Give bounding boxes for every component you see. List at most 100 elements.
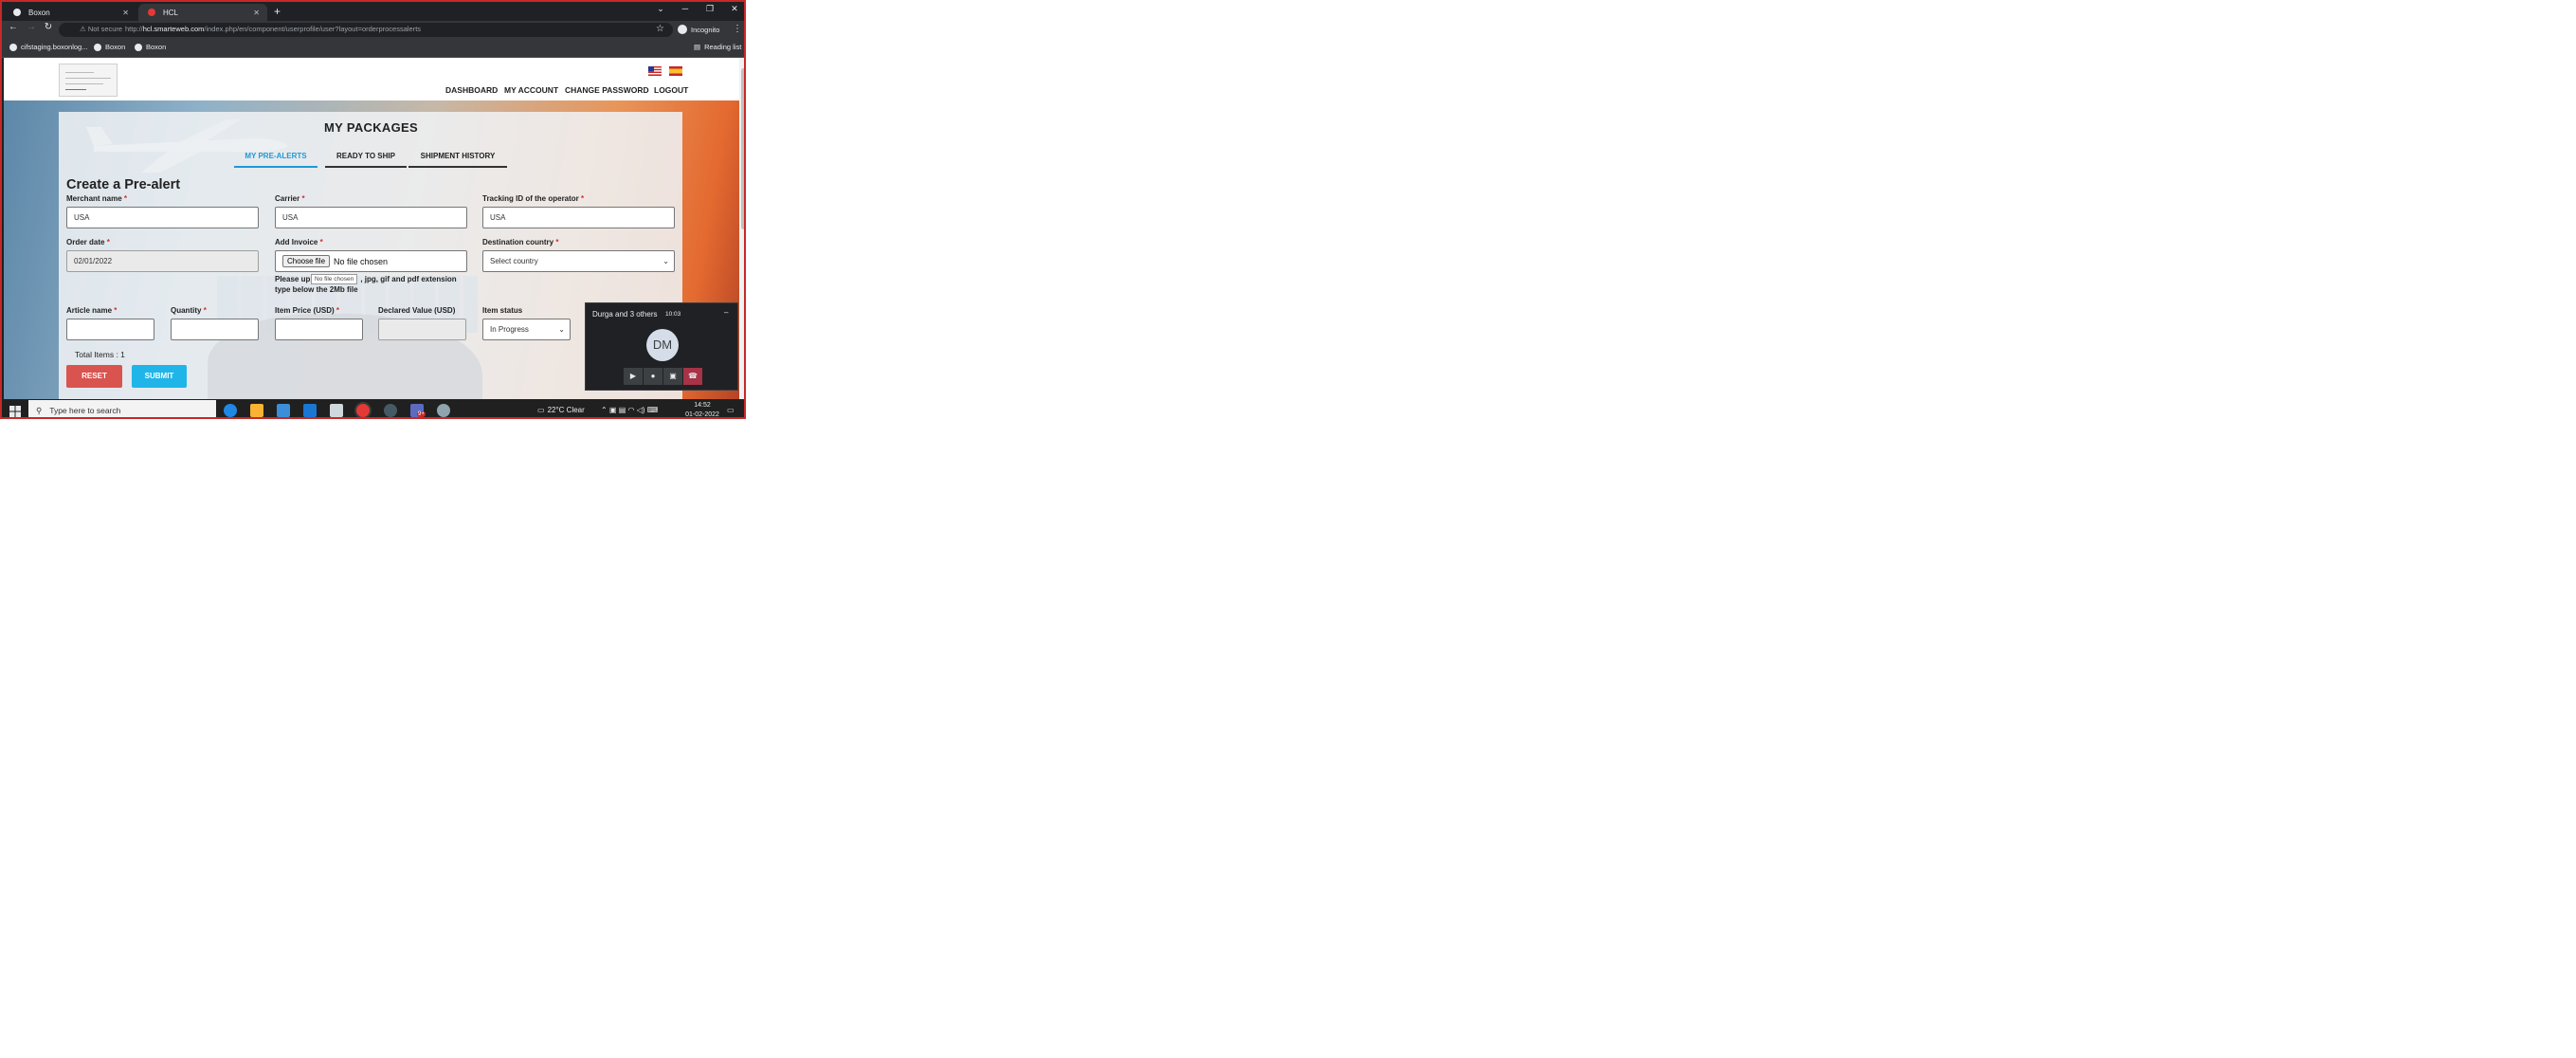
carrier-label: Carrier * [275, 194, 305, 203]
chevron-down-icon: ⌄ [662, 257, 669, 265]
merchant-input[interactable]: USA [66, 207, 259, 228]
nav-dashboard[interactable]: DASHBOARD [445, 85, 498, 95]
url-text[interactable]: http://hcl.smarteweb.com/index.php/en/co… [125, 25, 421, 33]
reset-button[interactable]: RESET [66, 365, 122, 388]
tab-my-pre-alerts[interactable]: MY PRE-ALERTS [234, 152, 317, 168]
tray-icons[interactable]: ⌃ ▣ ▤ ◠ ◁) ⌨ [601, 406, 658, 414]
tab-hcl[interactable]: HCL ✕ [138, 4, 267, 21]
tab-ready-to-ship[interactable]: READY TO SHIP [325, 152, 407, 168]
quantity-input[interactable] [171, 319, 259, 340]
reload-icon[interactable]: ↻ [42, 22, 55, 32]
destination-label: Destination country * [482, 238, 559, 246]
form-title: Create a Pre-alert [66, 177, 181, 192]
invoice-file-input[interactable]: Choose file No file chosen [275, 250, 467, 272]
site-logo[interactable] [59, 64, 118, 97]
page-title: MY PACKAGES [324, 120, 418, 135]
order-date-label: Order date * [66, 238, 110, 246]
store-icon[interactable] [277, 404, 290, 417]
bookmark-item[interactable]: Boxon [135, 43, 166, 51]
hcl-favicon-icon [148, 9, 155, 16]
meet-call-popup[interactable]: Durga and 3 others 10:03 – DM ▶ ● ▣ ☎ [585, 302, 738, 391]
bookmark-item[interactable]: Boxon [94, 43, 125, 51]
menu-icon[interactable]: ⋮ [733, 24, 742, 34]
tab-search-icon[interactable]: ⌄ [650, 4, 671, 14]
submit-button[interactable]: SUBMIT [132, 365, 187, 388]
status-label: Item status [482, 306, 523, 315]
warning-icon: ⚠ [80, 25, 86, 33]
quantity-label: Quantity * [171, 306, 207, 315]
incognito-icon [678, 25, 687, 34]
settings-icon[interactable] [437, 404, 450, 417]
nav-logout[interactable]: LOGOUT [654, 85, 688, 95]
screenshot: Boxon ✕ HCL ✕ + ⌄ ─ ❐ ✕ ← → ↻ ⚠ Not secu… [0, 0, 1295, 728]
nav-change-password[interactable]: CHANGE PASSWORD [565, 85, 649, 95]
total-items: Total Items : 1 [75, 350, 125, 359]
mic-icon[interactable]: ● [644, 368, 662, 385]
minimize-call-icon[interactable]: – [724, 308, 728, 317]
call-time: 10:03 [665, 311, 681, 318]
declared-label: Declared Value (USD) [378, 306, 456, 315]
destination-select[interactable]: Select country ⌄ [482, 250, 675, 272]
avatar: DM [646, 329, 679, 361]
tab-title: Boxon [28, 8, 50, 17]
globe-icon [13, 9, 21, 16]
star-icon[interactable]: ☆ [656, 24, 664, 34]
restore-icon[interactable]: ❐ [699, 4, 720, 14]
invoice-help-text: Please up, jpg, gif and pdf extension ty… [275, 275, 457, 294]
bookmark-item[interactable]: cifstaging.boxonlog... [9, 43, 87, 51]
weather-widget[interactable]: ▭ 22°C Clear [537, 406, 585, 414]
mail-icon[interactable] [303, 404, 317, 417]
tab-shipment-history[interactable]: SHIPMENT HISTORY [408, 152, 507, 168]
camera-off-icon[interactable]: ▶ [624, 368, 643, 385]
tracking-label: Tracking ID of the operator * [482, 194, 585, 203]
app-icon[interactable] [384, 404, 397, 417]
chevron-down-icon: ⌄ [558, 325, 565, 334]
not-secure-label[interactable]: ⚠ Not secure [80, 25, 122, 33]
reading-list[interactable]: ▤ Reading list [694, 43, 741, 51]
present-icon[interactable]: ▣ [663, 368, 682, 385]
tracking-input[interactable]: USA [482, 207, 675, 228]
tab-boxon[interactable]: Boxon ✕ [4, 4, 136, 21]
declared-input[interactable] [378, 319, 466, 340]
choose-file-button[interactable]: Choose file [282, 255, 331, 267]
close-icon[interactable]: ✕ [122, 9, 129, 17]
order-date-input[interactable]: 02/01/2022 [66, 250, 259, 272]
close-icon[interactable]: ✕ [253, 9, 260, 17]
us-flag-icon[interactable] [648, 66, 662, 76]
globe-icon [135, 43, 142, 51]
price-label: Item Price (USD) * [275, 306, 340, 315]
back-icon[interactable]: ← [7, 22, 20, 32]
windows-start-icon[interactable] [9, 405, 21, 417]
article-input[interactable] [66, 319, 154, 340]
caller-name: Durga and 3 others [592, 310, 658, 319]
tab-title: HCL [163, 8, 179, 17]
weather-icon: ▭ [537, 406, 545, 414]
taskbar-search[interactable]: ⚲ Type here to search [28, 400, 216, 417]
forward-icon[interactable]: → [25, 22, 38, 32]
price-input[interactable] [275, 319, 363, 340]
status-select[interactable]: In Progress ⌄ [482, 319, 571, 340]
reading-list-icon: ▤ [694, 43, 701, 51]
nav-my-account[interactable]: MY ACCOUNT [504, 85, 558, 95]
merchant-label: Merchant name * [66, 194, 128, 203]
file-explorer-icon[interactable] [250, 404, 263, 417]
bookmark-icon [9, 43, 17, 51]
notification-icon[interactable]: ▭ [727, 406, 735, 414]
notes-icon[interactable] [330, 404, 343, 417]
edge-icon[interactable] [224, 404, 237, 417]
search-icon: ⚲ [36, 405, 43, 415]
close-window-icon[interactable]: ✕ [724, 4, 744, 14]
clock-time[interactable]: 14:52 [688, 402, 717, 409]
chrome-icon[interactable] [356, 404, 370, 417]
scrollbar-thumb[interactable] [741, 68, 744, 229]
carrier-input[interactable]: USA [275, 207, 467, 228]
hangup-icon[interactable]: ☎ [683, 368, 702, 385]
incognito-badge[interactable]: Incognito [678, 25, 719, 34]
minimize-icon[interactable]: ─ [675, 4, 696, 13]
article-label: Article name * [66, 306, 118, 315]
clock-date[interactable]: 01-02-2022 [682, 411, 722, 417]
globe-icon [94, 43, 101, 51]
new-tab-icon[interactable]: + [274, 5, 281, 18]
es-flag-icon[interactable] [669, 66, 682, 76]
teams-badge: 9+ [417, 411, 426, 417]
